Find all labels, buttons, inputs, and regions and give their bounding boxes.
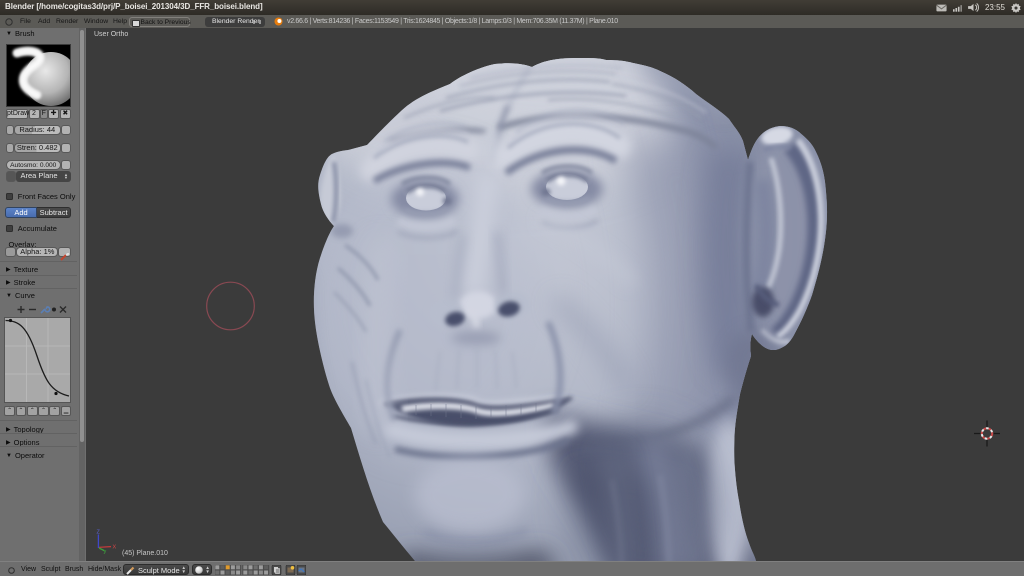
- svg-text:y: y: [104, 549, 107, 555]
- svg-text:X: X: [113, 545, 117, 551]
